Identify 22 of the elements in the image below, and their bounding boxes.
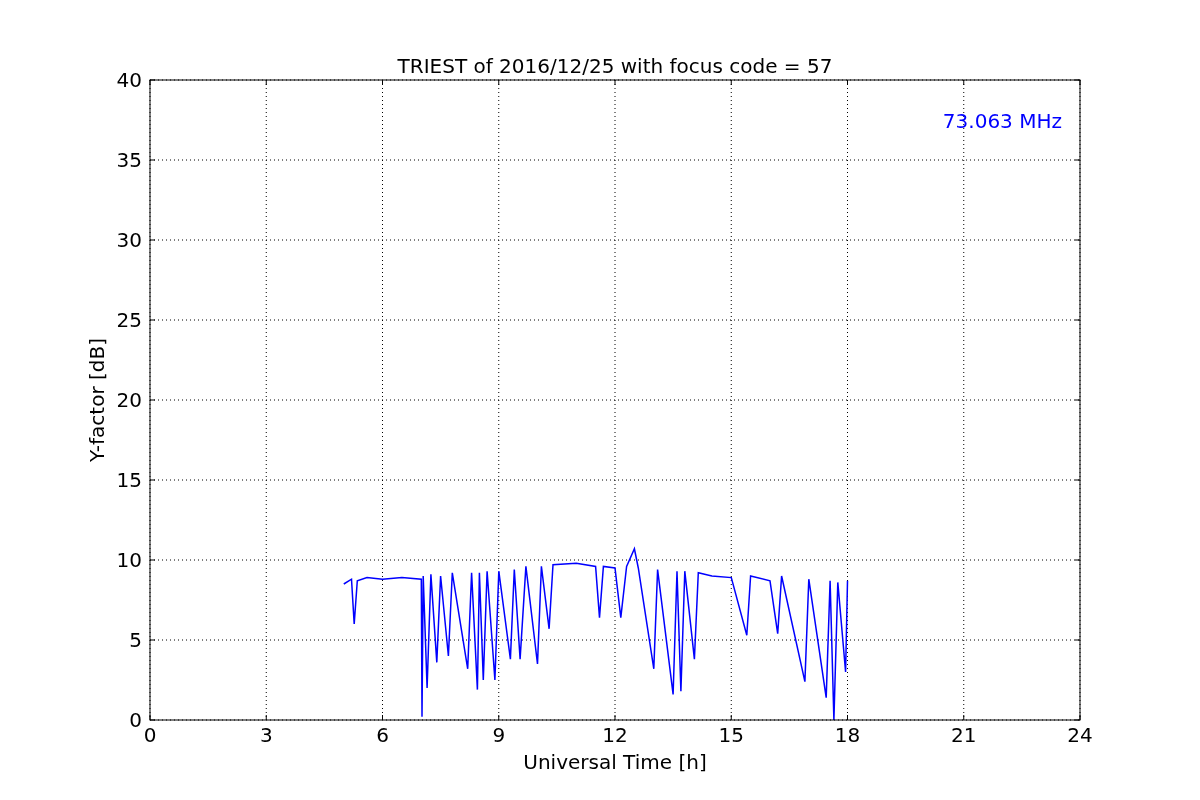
y-tick-label: 20 xyxy=(116,388,142,412)
y-tick-label: 30 xyxy=(116,228,142,252)
x-tick-label: 9 xyxy=(492,723,506,747)
x-tick-label: 0 xyxy=(143,723,157,747)
x-axis-label: Universal Time [h] xyxy=(523,750,707,774)
x-tick-label: 24 xyxy=(1067,723,1093,747)
y-tick-label: 10 xyxy=(116,548,142,572)
y-tick-label: 5 xyxy=(129,628,142,652)
x-tick-label: 18 xyxy=(834,723,861,747)
x-tick-label: 6 xyxy=(376,723,389,747)
y-tick-label: 0 xyxy=(129,708,142,732)
y-tick-label: 35 xyxy=(116,148,142,172)
y-axis-label: Y-factor [dB] xyxy=(85,338,109,462)
x-tick-label: 15 xyxy=(718,723,744,747)
frequency-label: 73.063 MHz xyxy=(942,109,1062,133)
y-tick-label: 15 xyxy=(116,468,142,492)
chart-title: TRIEST of 2016/12/25 with focus code = 57 xyxy=(397,54,833,78)
x-tick-label: 12 xyxy=(602,723,628,747)
y-tick-label: 40 xyxy=(116,68,142,92)
y-tick-label: 25 xyxy=(116,308,142,332)
x-tick-label: 21 xyxy=(951,723,977,747)
x-tick-label: 3 xyxy=(259,723,273,747)
